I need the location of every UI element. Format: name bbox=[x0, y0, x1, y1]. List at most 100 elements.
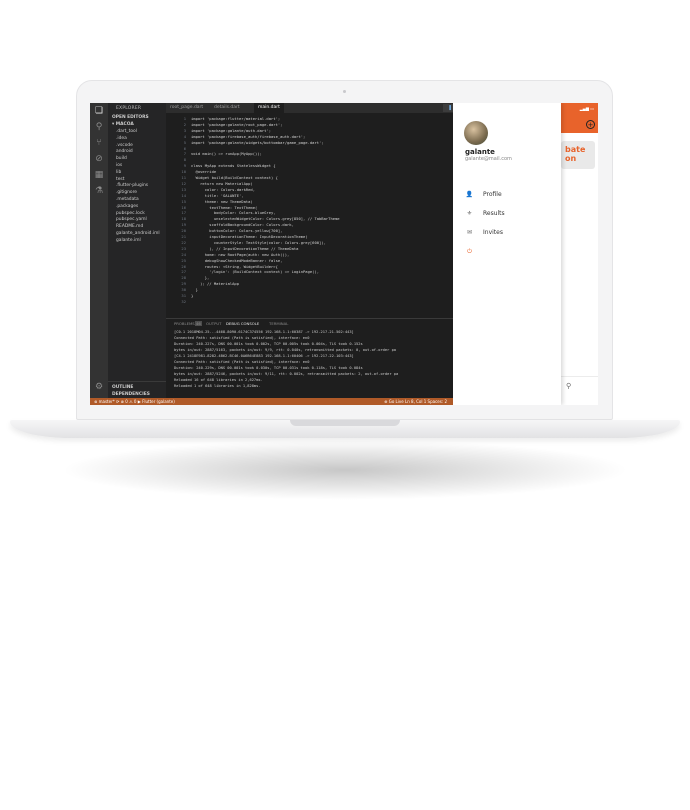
code-line[interactable]: }, bbox=[191, 275, 210, 280]
search-icon[interactable]: ⚲ bbox=[566, 382, 571, 390]
line-number: 5 bbox=[183, 139, 186, 145]
line-number: 20 bbox=[181, 228, 186, 234]
tab-root-page[interactable]: root_page.dart bbox=[166, 103, 207, 113]
code-line[interactable]: textTheme: TextTheme( bbox=[191, 205, 257, 210]
code-line[interactable]: } bbox=[191, 293, 193, 298]
code-line[interactable]: Widget build(BuildContext context) { bbox=[191, 175, 278, 180]
code-line[interactable]: home: new RootPage(auth: new Auth()), bbox=[191, 252, 290, 257]
line-number: 12 bbox=[181, 180, 186, 186]
code-line[interactable]: } bbox=[191, 287, 198, 292]
gear-icon[interactable]: ⚙ bbox=[94, 383, 104, 392]
code-line[interactable]: unselectedWidgetColor: Colors.grey[850],… bbox=[191, 216, 340, 221]
file-item[interactable]: .packages bbox=[116, 204, 138, 209]
award-icon: ⚜ bbox=[466, 210, 473, 217]
avatar[interactable] bbox=[464, 121, 488, 145]
file-item[interactable]: android bbox=[116, 149, 133, 154]
code-line[interactable]: import 'package:galante/widgets/bottomba… bbox=[191, 140, 324, 145]
code-line[interactable]: theme: new ThemeData( bbox=[191, 199, 253, 204]
code-line[interactable]: return new MaterialApp( bbox=[191, 181, 253, 186]
file-item[interactable]: build bbox=[116, 156, 127, 161]
line-number: 8 bbox=[183, 157, 186, 163]
line-number: 24 bbox=[181, 251, 186, 257]
tab-problems[interactable]: PROBLEMS bbox=[174, 321, 195, 326]
code-line[interactable]: import 'package:flutter/material.dart'; bbox=[191, 116, 280, 121]
source-control-icon[interactable]: ⑂ bbox=[94, 139, 104, 148]
editor-tabs: root_page.dart details.dart main.dart ❚❚… bbox=[166, 103, 509, 113]
code-line[interactable]: import 'package:galante/auth.dart'; bbox=[191, 128, 271, 133]
dependencies-header[interactable]: DEPENDENCIES bbox=[112, 392, 150, 397]
project-header[interactable]: ▾ MACOA bbox=[112, 122, 134, 127]
file-item[interactable]: pubspec.yaml bbox=[116, 217, 147, 222]
extensions-icon[interactable]: ▦ bbox=[94, 171, 104, 180]
search-icon[interactable]: ⚲ bbox=[94, 123, 104, 132]
line-number: 21 bbox=[181, 234, 186, 239]
tab-debug-console[interactable]: DEBUG CONSOLE bbox=[226, 321, 259, 326]
menu-item-profile[interactable]: 👤 Profile bbox=[465, 191, 502, 198]
battery-icon: ▂▄▆ ▭ bbox=[579, 106, 594, 111]
file-item[interactable]: galante.iml bbox=[116, 238, 141, 243]
line-number: 26 bbox=[181, 263, 186, 269]
open-editors-header[interactable]: OPEN EDITORS bbox=[112, 115, 149, 120]
code-editor[interactable]: 1 import 'package:flutter/material.dart';… bbox=[166, 113, 453, 318]
outline-header[interactable]: OUTLINE bbox=[112, 385, 133, 390]
code-line[interactable]: debugShowCheckedModeBanner: false, bbox=[191, 258, 283, 263]
file-item[interactable]: .idea bbox=[116, 136, 127, 141]
console-line: [C4.1 2418E981-8282-4B62-BC46-0A6B64E883… bbox=[174, 354, 354, 358]
tab-main[interactable]: main.dart bbox=[254, 103, 284, 113]
line-number: 1 bbox=[183, 116, 186, 121]
code-line[interactable]: void main() => runApp(MyApp()); bbox=[191, 151, 262, 156]
code-line[interactable]: title: 'GALANTE', bbox=[191, 193, 244, 198]
code-line[interactable]: ); // MaterialApp bbox=[191, 281, 239, 286]
file-item[interactable]: .metadata bbox=[116, 197, 139, 202]
file-item[interactable]: pubspec.lock bbox=[116, 211, 145, 216]
tab-output[interactable]: OUTPUT bbox=[206, 321, 221, 326]
flask-icon[interactable]: ⚗ bbox=[94, 187, 104, 196]
file-item[interactable]: test bbox=[116, 177, 124, 182]
code-line[interactable]: import 'package:galante/root_page.dart'; bbox=[191, 122, 282, 127]
laptop-screen: ❏ ⚲ ⑂ ⊘ ▦ ⚗ ⚙ EXPLORER OPEN EDITORS ▾ MA… bbox=[90, 103, 598, 405]
code-line[interactable]: color: Colors.darkRed, bbox=[191, 187, 255, 192]
file-item[interactable]: .dart_tool bbox=[116, 129, 137, 134]
code-line[interactable]: scaffoldBackgroundColor: Colors.dark, bbox=[191, 222, 294, 227]
line-number: 17 bbox=[181, 210, 186, 216]
file-item[interactable]: .vscode bbox=[116, 143, 133, 148]
line-number: 28 bbox=[181, 275, 186, 281]
code-line[interactable]: @override bbox=[191, 169, 217, 174]
menu-item-invites[interactable]: ✉ Invites bbox=[465, 229, 503, 236]
file-item[interactable]: galante_android.iml bbox=[116, 231, 160, 236]
logout-icon: ⏻ bbox=[467, 248, 472, 255]
code-line[interactable]: bodyColor: Colors.blueGrey, bbox=[191, 210, 276, 215]
menu-item-results[interactable]: ⚜ Results bbox=[465, 210, 505, 217]
card-line-1: bate bbox=[565, 145, 586, 154]
files-icon[interactable]: ❏ bbox=[94, 107, 104, 116]
status-right[interactable]: ⊕ Go Live Ln 8, Col 1 Spaces: 2 bbox=[384, 398, 447, 405]
mail-icon: ✉ bbox=[466, 229, 473, 236]
debug-icon[interactable]: ⊘ bbox=[94, 155, 104, 164]
file-item[interactable]: .flutter-plugins bbox=[116, 183, 148, 188]
code-line[interactable]: import 'package:firebase_auth/firebase_a… bbox=[191, 134, 305, 139]
file-item[interactable]: ios bbox=[116, 163, 122, 168]
console-line: Connected Path: satisfied (Path is satis… bbox=[174, 360, 310, 364]
code-line[interactable]: inputDecorationTheme: InputDecorationThe… bbox=[191, 234, 307, 239]
line-number: 23 bbox=[181, 245, 186, 251]
content-card[interactable]: bate on bbox=[561, 141, 595, 169]
file-item[interactable]: README.md bbox=[116, 224, 143, 229]
code-line[interactable]: buttonColor: Colors.yellow[700], bbox=[191, 228, 282, 233]
code-line[interactable]: '/login': (BuildContext context) => Logi… bbox=[191, 269, 319, 274]
line-number: 13 bbox=[181, 186, 186, 192]
status-left[interactable]: ⊗ master* ⟳ ⊗ 0 ⚠ 0 ▶ Flutter (galante) bbox=[94, 398, 175, 405]
code-line[interactable]: counterStyle: TextStyle(color: Colors.gr… bbox=[191, 240, 326, 245]
code-line[interactable]: class MyApp extends StatelessWidget { bbox=[191, 163, 276, 168]
tab-details[interactable]: details.dart bbox=[210, 103, 244, 113]
file-item[interactable]: .gitignore bbox=[116, 190, 137, 195]
console-line: Connected Path: satisfied (Path is satis… bbox=[174, 336, 310, 340]
tab-terminal[interactable]: TERMINAL bbox=[269, 321, 288, 326]
code-line[interactable]: ), // InputDecorationTheme // ThemeData bbox=[191, 246, 298, 251]
file-item[interactable]: lib bbox=[116, 170, 121, 175]
line-number: 29 bbox=[181, 281, 186, 287]
menu-item-logout[interactable]: ⏻ bbox=[465, 248, 483, 255]
problems-count-badge: 46 bbox=[195, 321, 202, 326]
code-line[interactable]: routes: <String, WidgetBuilder>{ bbox=[191, 264, 278, 269]
laptop-notch bbox=[290, 420, 400, 426]
add-icon[interactable]: + bbox=[586, 120, 595, 129]
